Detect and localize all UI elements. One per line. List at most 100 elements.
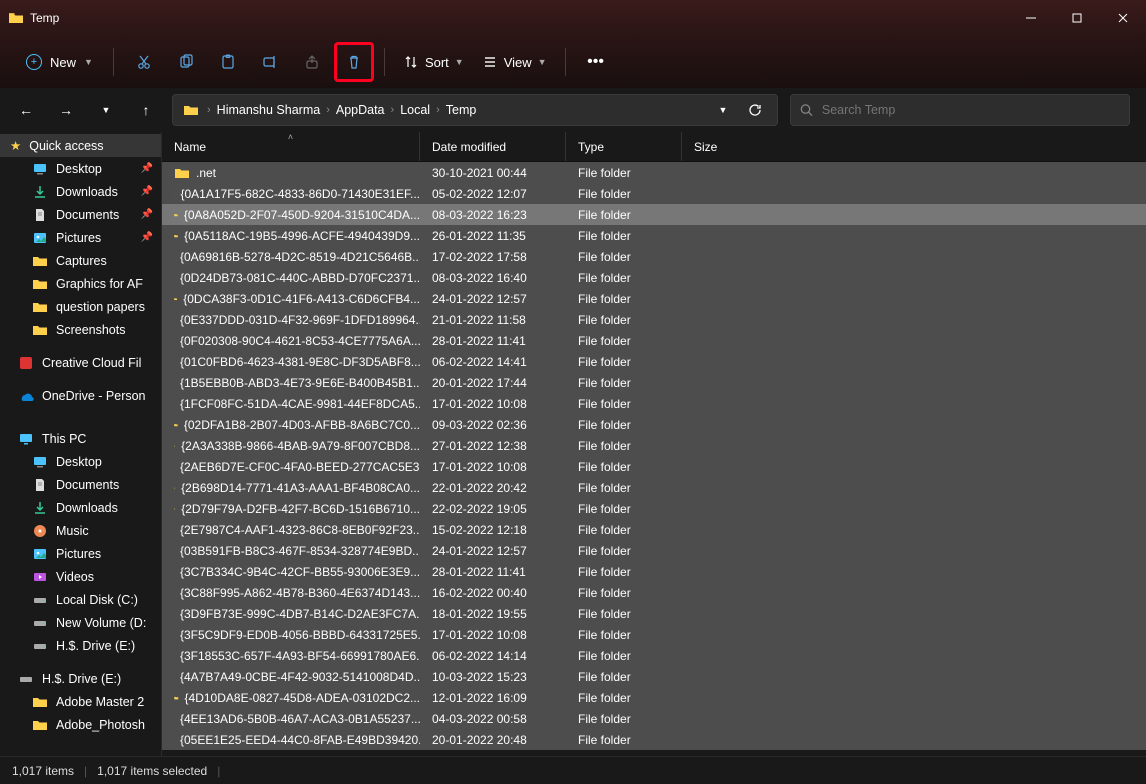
search-input[interactable] [822,103,1121,117]
column-size[interactable]: Size [682,132,762,161]
column-date[interactable]: Date modified [420,132,566,161]
sidebar-item[interactable]: New Volume (D: [0,611,161,634]
sidebar-removable-drive[interactable]: H.$. Drive (E:) [0,667,161,690]
recent-button[interactable]: ▼ [88,92,124,128]
table-row[interactable]: {02DFA1B8-2B07-4D03-AFBB-8A6BC7C0...09-0… [162,414,1146,435]
sidebar-item[interactable]: Downloads📌 [0,180,161,203]
pin-icon: 📌 [141,163,153,174]
breadcrumb-item[interactable]: AppData [332,103,389,117]
table-row[interactable]: .net30-10-2021 00:44File folder [162,162,1146,183]
more-button[interactable]: ••• [576,42,616,82]
table-row[interactable]: {0D24DB73-081C-440C-ABBD-D70FC2371...08-… [162,267,1146,288]
file-type: File folder [566,397,682,411]
sidebar-item[interactable]: Videos [0,565,161,588]
table-row[interactable]: {3F5C9DF9-ED0B-4056-BBBD-64331725E5...17… [162,624,1146,645]
file-date: 20-01-2022 17:44 [420,376,566,390]
table-row[interactable]: {3C7B334C-9B4C-42CF-BB55-93006E3E9...28-… [162,561,1146,582]
table-row[interactable]: {0A1A17F5-682C-4833-86D0-71430E31EF...05… [162,183,1146,204]
table-row[interactable]: {1B5EBB0B-ABD3-4E73-9E6E-B400B45B1...20-… [162,372,1146,393]
address-bar[interactable]: › Himanshu Sharma › AppData › Local › Te… [172,94,778,126]
file-type: File folder [566,607,682,621]
table-row[interactable]: {3F18553C-657F-4A93-BF54-66991780AE6...0… [162,645,1146,666]
file-date: 26-01-2022 11:35 [420,229,566,243]
new-button[interactable]: + New ▼ [16,48,103,76]
breadcrumb-item[interactable]: Himanshu Sharma [213,103,325,117]
sidebar-this-pc[interactable]: This PC [0,427,161,450]
table-row[interactable]: {0F020308-90C4-4621-8C53-4CE7775A6A...28… [162,330,1146,351]
sidebar-item[interactable]: Adobe Master 2 [0,690,161,713]
view-button[interactable]: View ▼ [474,48,555,76]
maximize-button[interactable] [1054,0,1100,36]
sidebar-item[interactable]: Screenshots [0,318,161,341]
navigation-bar: ← → ▼ ↑ › Himanshu Sharma › AppData › Lo… [0,88,1146,132]
sidebar-quick-access[interactable]: ★ Quick access [0,134,161,157]
up-button[interactable]: ↑ [128,92,164,128]
table-row[interactable]: {3C88F995-A862-4B78-B360-4E6374D143...16… [162,582,1146,603]
folder-icon [174,187,175,201]
copy-button[interactable] [166,42,206,82]
forward-button[interactable]: → [48,92,84,128]
addr-dropdown-button[interactable]: ▼ [709,92,737,128]
sidebar-item[interactable]: Captures [0,249,161,272]
table-row[interactable]: {05EE1E25-EED4-44C0-8FAB-E49BD39420...20… [162,729,1146,750]
sidebar-item[interactable]: H.$. Drive (E:) [0,634,161,657]
breadcrumb-item[interactable]: Temp [442,103,481,117]
file-type: File folder [566,565,682,579]
table-row[interactable]: {1FCF08FC-51DA-4CAE-9981-44EF8DCA5...17-… [162,393,1146,414]
sidebar-item[interactable]: Documents📌 [0,203,161,226]
sidebar-item[interactable]: Documents [0,473,161,496]
sidebar-item[interactable]: Pictures [0,542,161,565]
sidebar-item[interactable]: Local Disk (C:) [0,588,161,611]
sidebar-item[interactable]: Desktop📌 [0,157,161,180]
table-row[interactable]: {0A5118AC-19B5-4996-ACFE-4940439D9...26-… [162,225,1146,246]
sidebar-item[interactable]: Downloads [0,496,161,519]
table-row[interactable]: {0DCA38F3-0D1C-41F6-A413-C6D6CFB4...24-0… [162,288,1146,309]
table-row[interactable]: {0E337DDD-031D-4F32-969F-1DFD189964...21… [162,309,1146,330]
sidebar-item[interactable]: Music [0,519,161,542]
chevron-right-icon: › [324,104,332,116]
refresh-button[interactable] [741,92,769,128]
back-button[interactable]: ← [8,92,44,128]
table-row[interactable]: {4EE13AD6-5B0B-46A7-ACA3-0B1A55237...04-… [162,708,1146,729]
table-row[interactable]: {3D9FB73E-999C-4DB7-B14C-D2AE3FC7A...18-… [162,603,1146,624]
table-row[interactable]: {03B591FB-B8C3-467F-8534-328774E9BD...24… [162,540,1146,561]
file-name: {4A7B7A49-0CBE-4F42-9032-5141008D4D... [180,670,420,684]
table-row[interactable]: {4A7B7A49-0CBE-4F42-9032-5141008D4D...10… [162,666,1146,687]
rename-button[interactable] [250,42,290,82]
column-name[interactable]: ˄ Name [162,132,420,161]
search-box[interactable] [790,94,1130,126]
minimize-button[interactable] [1008,0,1054,36]
sidebar-item[interactable]: Desktop [0,450,161,473]
sidebar-item[interactable]: OneDrive - Person [0,384,161,407]
sidebar-item[interactable]: question papers [0,295,161,318]
table-row[interactable]: {2AEB6D7E-CF0C-4FA0-BEED-277CAC5E3...17-… [162,456,1146,477]
folder-icon [174,481,175,495]
table-row[interactable]: {2B698D14-7771-41A3-AAA1-BF4B08CA0...22-… [162,477,1146,498]
removable-label: H.$. Drive (E:) [42,672,121,686]
sidebar-item[interactable]: Pictures📌 [0,226,161,249]
close-button[interactable] [1100,0,1146,36]
table-row[interactable]: {0A69816B-5278-4D2C-8519-4D21C5646B...17… [162,246,1146,267]
breadcrumb-item[interactable]: Local [396,103,434,117]
paste-button[interactable] [208,42,248,82]
table-row[interactable]: {0A8A052D-2F07-450D-9204-31510C4DA...08-… [162,204,1146,225]
table-row[interactable]: {2A3A338B-9866-4BAB-9A79-8F007CBD8...27-… [162,435,1146,456]
table-row[interactable]: {4D10DA8E-0827-45D8-ADEA-03102DC2...12-0… [162,687,1146,708]
file-date: 30-10-2021 00:44 [420,166,566,180]
sidebar-item[interactable]: Graphics for AF [0,272,161,295]
sidebar-item[interactable]: Creative Cloud Fil [0,351,161,374]
file-type: File folder [566,355,682,369]
table-row[interactable]: {2D79F79A-D2FB-42F7-BC6D-1516B6710...22-… [162,498,1146,519]
share-button[interactable] [292,42,332,82]
sidebar-item[interactable]: Adobe_Photosh [0,713,161,736]
table-row[interactable]: {2E7987C4-AAF1-4323-86C8-8EB0F92F23...15… [162,519,1146,540]
folder-icon [32,277,48,291]
separator: | [84,764,87,778]
file-date: 28-01-2022 11:41 [420,334,566,348]
cut-button[interactable] [124,42,164,82]
sort-button[interactable]: Sort ▼ [395,48,472,76]
column-type[interactable]: Type [566,132,682,161]
sort-label: Sort [425,55,449,70]
table-row[interactable]: {01C0FBD6-4623-4381-9E8C-DF3D5ABF8...06-… [162,351,1146,372]
delete-button[interactable] [334,42,374,82]
